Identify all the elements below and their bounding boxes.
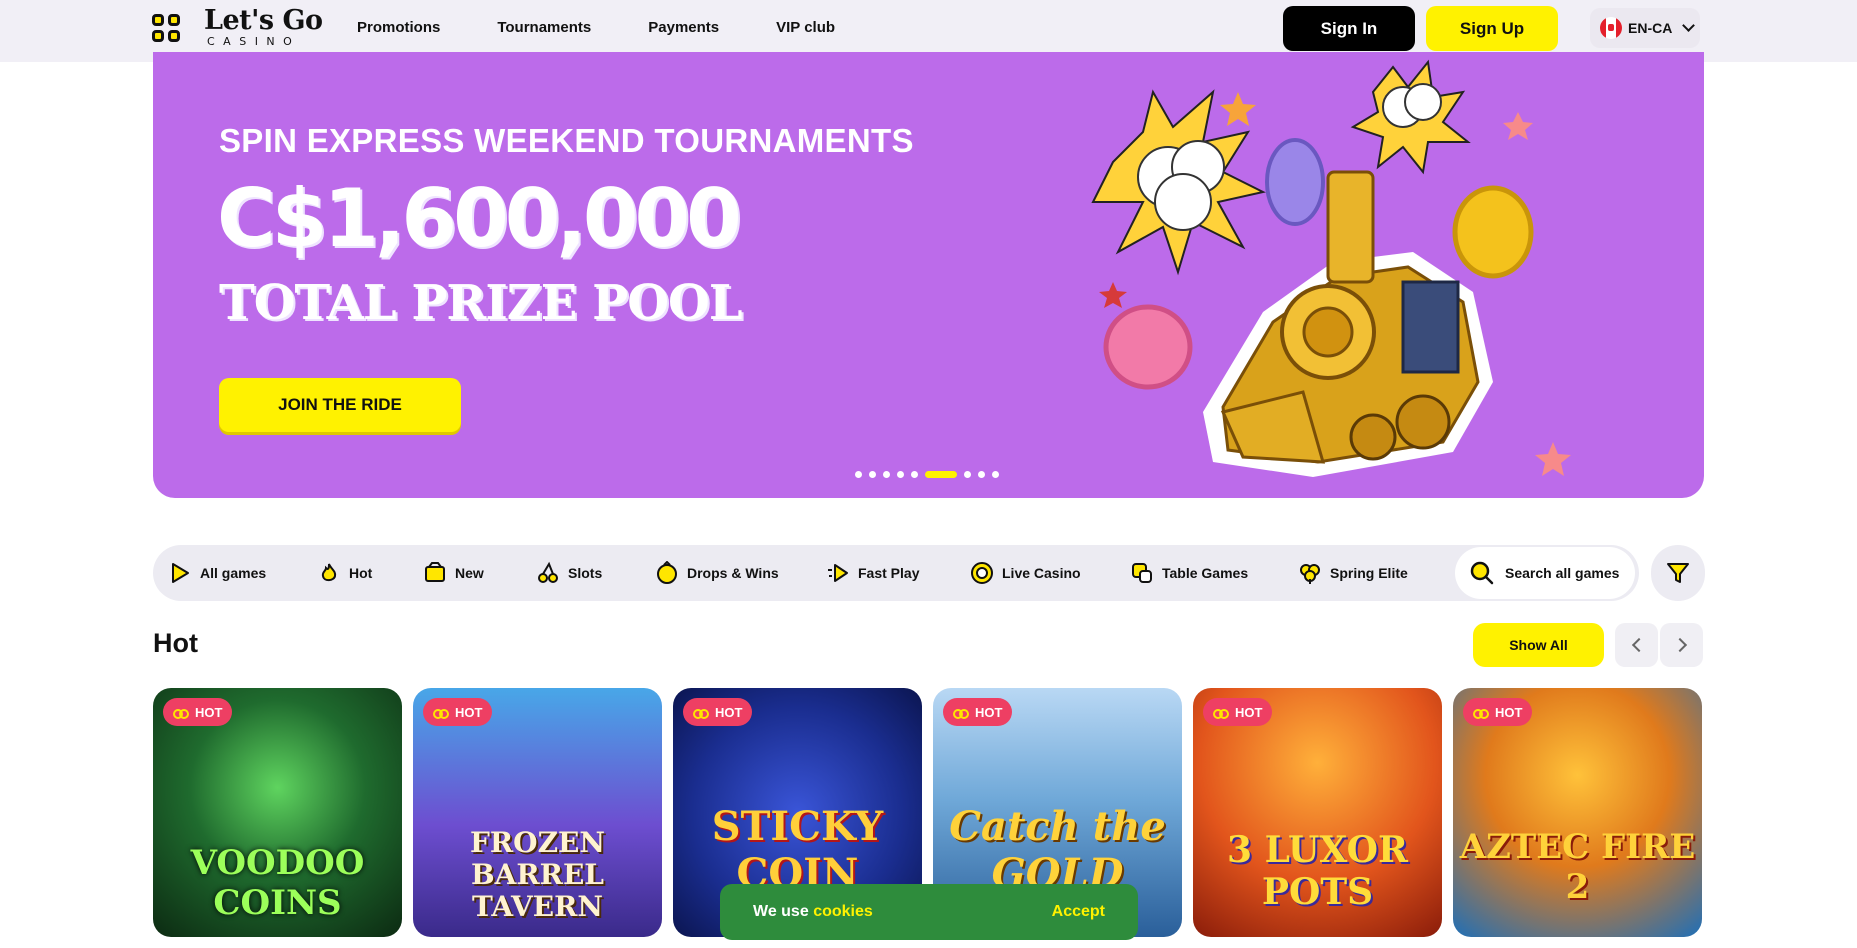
hot-badge-icon — [1473, 705, 1489, 719]
category-live-casino[interactable]: Live Casino — [970, 545, 1081, 601]
train-illustration — [1091, 59, 1571, 477]
game-title: Catch the GOLD — [949, 803, 1166, 897]
chevron-right-icon — [1672, 637, 1687, 653]
carousel-next-button[interactable] — [1660, 623, 1703, 667]
hot-badge: HOT — [423, 698, 493, 726]
accept-cookies-button[interactable]: Accept — [1052, 903, 1105, 921]
category-label: Slots — [568, 565, 603, 581]
game-category-bar: All games Hot New Slots Drops & Wins Fas… — [153, 545, 1639, 601]
flame-icon — [321, 563, 337, 582]
search-icon — [1470, 561, 1494, 585]
drops-wins-icon — [657, 561, 677, 584]
site-logo[interactable]: Let's Go CASINO — [204, 5, 323, 50]
carousel-dot[interactable] — [883, 471, 890, 478]
nav-vip-club[interactable]: VIP club — [776, 19, 835, 36]
category-label: Live Casino — [1002, 565, 1081, 581]
chevron-left-icon — [1631, 637, 1646, 653]
main-nav: Promotions Tournaments Payments VIP club — [357, 19, 892, 36]
golden-locomotive — [1203, 170, 1493, 477]
chevron-down-icon — [1682, 19, 1696, 32]
category-new[interactable]: New — [423, 545, 484, 601]
banner-prize-amount: C$1,600,000 — [217, 172, 742, 265]
carousel-dot[interactable] — [869, 471, 876, 478]
hot-badge-icon — [433, 705, 449, 719]
nav-promotions[interactable]: Promotions — [357, 19, 440, 36]
show-all-button[interactable]: Show All — [1473, 623, 1604, 667]
category-label: Table Games — [1162, 565, 1249, 581]
carousel-dot[interactable] — [978, 471, 985, 478]
funnel-icon — [1667, 563, 1689, 583]
nav-payments[interactable]: Payments — [648, 19, 719, 36]
carousel-dot[interactable] — [855, 471, 862, 478]
hot-badge: HOT — [163, 698, 233, 726]
cookie-banner: We use cookies Accept — [720, 884, 1138, 940]
sign-in-button[interactable]: Sign In — [1283, 6, 1415, 51]
category-slots[interactable]: Slots — [536, 545, 602, 601]
canada-flag-icon — [1600, 17, 1622, 39]
category-label: New — [455, 565, 484, 581]
game-card-3-luxor-pots[interactable]: HOT 3 LUXOR POTS — [1193, 688, 1442, 937]
hot-badge-icon — [953, 705, 969, 719]
hot-badge-icon — [693, 705, 709, 719]
cherries-icon — [538, 561, 558, 583]
category-label: Spring Elite — [1330, 565, 1408, 581]
language-code: EN-CA — [1628, 20, 1673, 36]
dice-icon — [1132, 563, 1152, 583]
category-table-games[interactable]: Table Games — [1130, 545, 1248, 601]
category-label: All games — [200, 565, 267, 581]
hot-badge-icon — [173, 705, 189, 719]
category-spring-elite[interactable]: Spring Elite — [1298, 545, 1408, 601]
game-title: STICKY COIN — [711, 803, 884, 897]
carousel-dot-active[interactable] — [925, 471, 957, 478]
promo-banner[interactable]: SPIN EXPRESS WEEKEND TOURNAMENTS C$1,600… — [153, 52, 1704, 498]
fast-play-icon — [828, 564, 848, 582]
filter-button[interactable] — [1651, 545, 1705, 601]
banner-kicker: SPIN EXPRESS WEEKEND TOURNAMENTS — [219, 122, 914, 159]
carousel-dot[interactable] — [897, 471, 904, 478]
sign-up-button[interactable]: Sign Up — [1426, 6, 1558, 51]
hot-badge: HOT — [1203, 698, 1273, 726]
cookie-message: We use cookies — [753, 903, 873, 920]
category-drops-wins[interactable]: Drops & Wins — [655, 545, 779, 601]
roulette-chip-icon — [971, 562, 993, 584]
game-title: VOODOO COINS — [190, 843, 365, 923]
play-icon — [172, 563, 189, 583]
search-label: Search all games — [1505, 565, 1620, 581]
game-title: 3 LUXOR POTS — [1227, 829, 1408, 913]
language-selector[interactable]: EN-CA — [1590, 8, 1700, 48]
category-label: Fast Play — [858, 565, 920, 581]
apps-menu-icon[interactable] — [152, 14, 180, 42]
carousel-dot[interactable] — [964, 471, 971, 478]
category-fast-play[interactable]: Fast Play — [826, 545, 919, 601]
carousel-prev-button[interactable] — [1615, 623, 1658, 667]
game-title: AZTEC FIRE 2 — [1459, 827, 1696, 907]
category-label: Hot — [349, 565, 373, 581]
join-the-ride-button[interactable]: JOIN THE RIDE — [219, 378, 461, 432]
logo-wordmark: Let's Go — [204, 5, 323, 36]
carousel-dot[interactable] — [911, 471, 918, 478]
hot-badge-icon — [1213, 705, 1229, 719]
banner-subtitle: TOTAL PRIZE POOL — [219, 275, 743, 331]
game-card-aztec-fire-2[interactable]: HOT AZTEC FIRE 2 — [1453, 688, 1702, 937]
category-all-games[interactable]: All games — [168, 545, 266, 601]
category-label: Drops & Wins — [687, 565, 779, 581]
carousel-dots — [855, 471, 999, 478]
explosion-right — [1350, 59, 1471, 175]
hot-badge: HOT — [683, 698, 753, 726]
carousel-dot[interactable] — [992, 471, 999, 478]
game-card-frozen-barrel-tavern[interactable]: HOT FROZEN BARREL TAVERN — [413, 688, 662, 937]
hot-badge: HOT — [943, 698, 1013, 726]
game-card-voodoo-coins[interactable]: HOT VOODOO COINS — [153, 688, 402, 937]
game-title: FROZEN BARREL TAVERN — [470, 826, 605, 923]
hot-badge: HOT — [1463, 698, 1533, 726]
category-hot[interactable]: Hot — [317, 545, 372, 601]
clover-icon — [1300, 564, 1320, 584]
logo-tagline: CASINO — [207, 35, 301, 48]
section-title-hot: Hot — [153, 628, 198, 658]
new-badge-icon — [425, 562, 445, 582]
cookies-link[interactable]: cookies — [813, 903, 873, 920]
search-all-games-button[interactable]: Search all games — [1455, 547, 1635, 599]
nav-tournaments[interactable]: Tournaments — [497, 19, 591, 36]
